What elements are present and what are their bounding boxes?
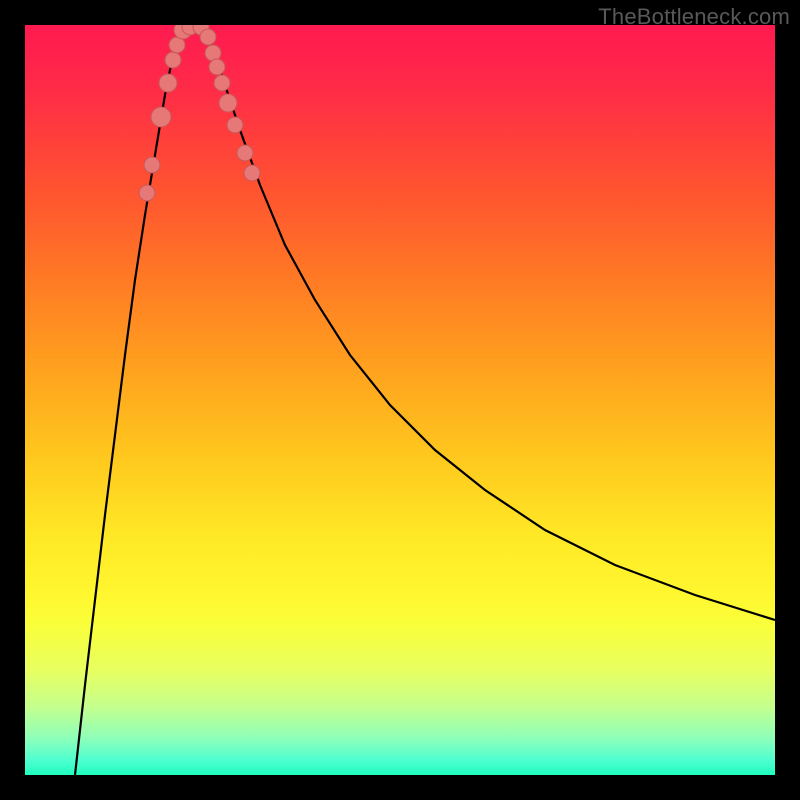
data-marker — [139, 185, 155, 201]
bottleneck-curve — [25, 25, 775, 775]
data-marker — [144, 157, 160, 173]
plot-area — [25, 25, 775, 775]
data-marker — [165, 52, 181, 68]
data-marker — [227, 117, 243, 133]
data-marker — [159, 74, 177, 92]
curve-left-branch — [75, 25, 188, 775]
curve-markers — [139, 25, 260, 201]
data-marker — [214, 75, 230, 91]
watermark-label: TheBottleneck.com — [598, 4, 790, 30]
chart-frame: TheBottleneck.com — [0, 0, 800, 800]
data-marker — [200, 29, 216, 45]
data-marker — [244, 165, 260, 181]
data-marker — [237, 145, 253, 161]
curve-right-branch — [202, 25, 775, 620]
data-marker — [219, 94, 237, 112]
data-marker — [151, 107, 171, 127]
data-marker — [209, 59, 225, 75]
data-marker — [205, 45, 221, 61]
